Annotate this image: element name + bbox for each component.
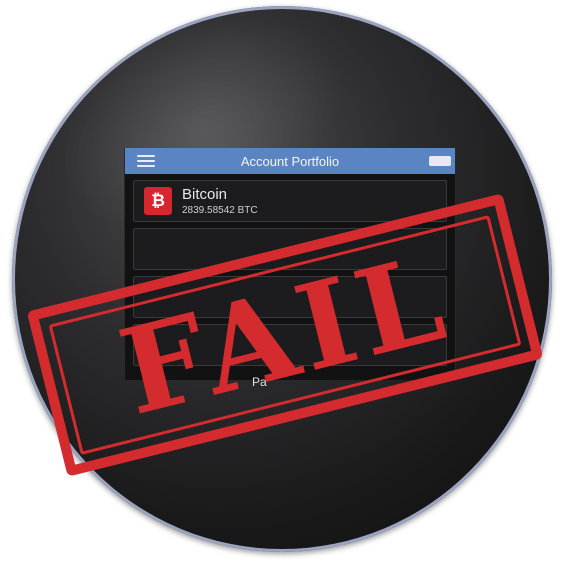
portfolio-row-empty[interactable] <box>133 228 447 270</box>
portfolio-row-empty[interactable] <box>133 276 447 318</box>
app-window: Account Portfolio ₿ Bitcoin 2839.58542 B… <box>124 148 456 380</box>
portfolio-list: ₿ Bitcoin 2839.58542 BTC <box>125 174 455 366</box>
coin-amount: 2839.58542 BTC <box>182 204 258 216</box>
coin-info: Bitcoin 2839.58542 BTC <box>182 186 258 217</box>
title-bar: Account Portfolio <box>125 148 455 174</box>
menu-line <box>137 155 155 157</box>
page-title: Account Portfolio <box>240 153 340 169</box>
bitcoin-icon: ₿ <box>144 187 172 215</box>
footer-partial-text: Pa <box>252 375 267 389</box>
coin-name: Bitcoin <box>182 185 228 203</box>
card-icon[interactable] <box>429 156 451 166</box>
menu-line <box>137 160 155 162</box>
portfolio-row-bitcoin[interactable]: ₿ Bitcoin 2839.58542 BTC <box>133 180 447 222</box>
hamburger-menu-icon[interactable] <box>137 155 155 167</box>
menu-line <box>137 165 155 167</box>
portfolio-row-empty[interactable] <box>133 324 447 366</box>
